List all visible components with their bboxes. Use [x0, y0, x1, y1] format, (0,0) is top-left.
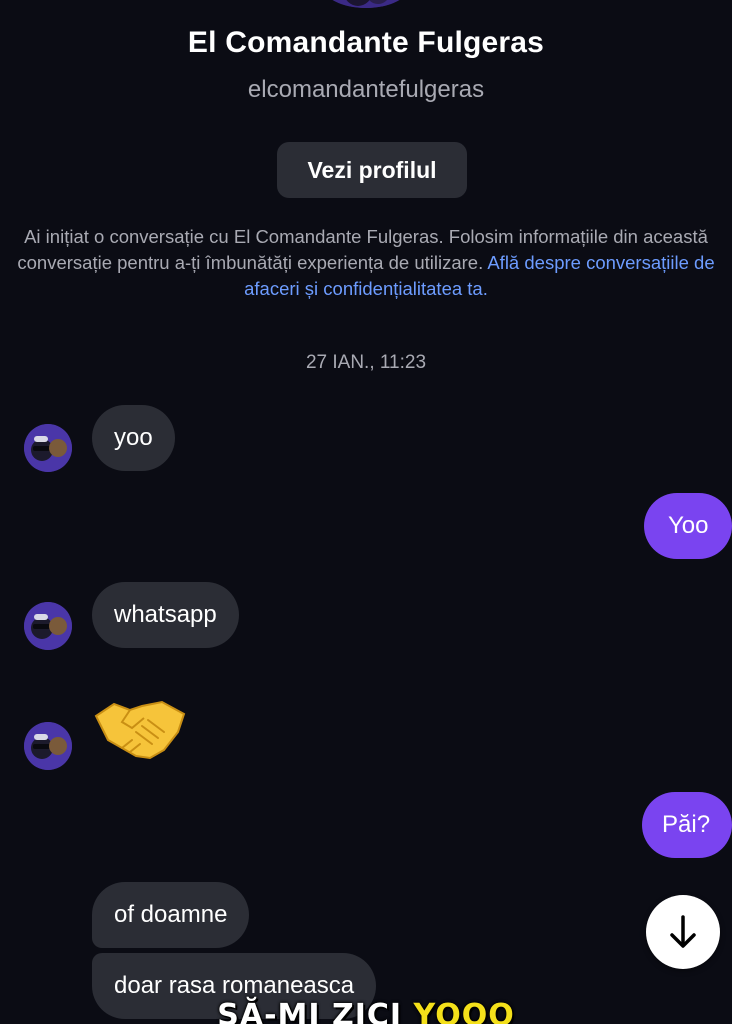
- chat-screen: El Comandante Fulgeras elcomandantefulge…: [0, 0, 732, 1024]
- arrow-down-icon: [670, 915, 696, 948]
- sender-avatar[interactable]: [24, 424, 72, 472]
- handshake-icon[interactable]: [92, 692, 188, 764]
- video-caption: SĂ-MI ZICI YOOO: [0, 998, 732, 1024]
- message-timestamp: 27 IAN., 11:23: [305, 352, 427, 373]
- business-chat-disclaimer: Ai inițiat o conversație cu El Comandant…: [0, 224, 732, 302]
- scroll-down-button[interactable]: [646, 895, 720, 969]
- sender-avatar[interactable]: [24, 602, 72, 650]
- message-bubble-incoming[interactable]: whatsapp: [92, 582, 239, 648]
- message-bubble-incoming[interactable]: of doamne: [92, 882, 250, 948]
- message-bubble-outgoing[interactable]: Păi?: [642, 792, 732, 858]
- caption-text: SĂ-MI ZICI: [217, 998, 414, 1024]
- message-bubble-incoming[interactable]: yoo: [92, 405, 175, 471]
- sender-avatar[interactable]: [24, 722, 72, 770]
- message-bubble-outgoing[interactable]: Yoo: [644, 493, 732, 559]
- profile-name: El Comandante Fulgeras: [187, 26, 545, 59]
- view-profile-button[interactable]: Vezi profilul: [277, 142, 467, 198]
- caption-highlight: YOOO: [413, 998, 515, 1024]
- profile-handle: elcomandantefulgeras: [247, 76, 485, 103]
- profile-avatar[interactable]: [322, 0, 410, 8]
